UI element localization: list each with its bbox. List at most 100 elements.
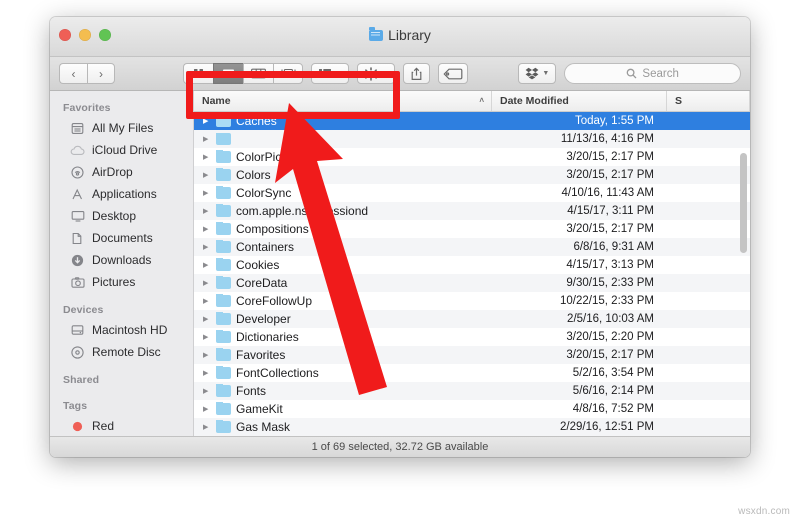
table-row[interactable]: ▶ CoreFollowUp 10/22/15, 2:33 PM xyxy=(194,292,750,310)
disc-icon xyxy=(70,345,85,360)
file-name-cell: ▶ com.apple.nsurlsessiond xyxy=(194,204,492,218)
sidebar-item-icloud-drive[interactable]: iCloud Drive xyxy=(50,139,193,161)
sidebar-item-desktop[interactable]: Desktop xyxy=(50,205,193,227)
table-row[interactable]: ▶ Fonts 5/6/16, 2:14 PM xyxy=(194,382,750,400)
disclosure-triangle-icon[interactable]: ▶ xyxy=(203,189,211,197)
folder-icon xyxy=(216,366,231,379)
sidebar-item-tag-red[interactable]: Red xyxy=(50,415,193,436)
window-title-text: Library xyxy=(388,27,431,43)
disclosure-triangle-icon[interactable]: ▶ xyxy=(203,207,211,215)
disclosure-triangle-icon[interactable]: ▶ xyxy=(203,117,211,125)
action-button[interactable]: ▼ xyxy=(356,63,395,84)
folder-icon xyxy=(216,133,231,145)
table-row[interactable]: ▶ Dictionaries 3/20/15, 2:20 PM xyxy=(194,328,750,346)
disclosure-triangle-icon[interactable]: ▶ xyxy=(203,279,211,287)
folder-icon xyxy=(216,330,231,343)
arrange-button[interactable]: ▼ xyxy=(311,63,349,84)
icon-view-button[interactable] xyxy=(183,63,213,84)
search-field[interactable]: Search xyxy=(564,63,741,84)
status-bar: 1 of 69 selected, 32.72 GB available xyxy=(50,436,750,457)
file-name-label: ColorSync xyxy=(236,186,292,200)
disclosure-triangle-icon[interactable]: ▶ xyxy=(203,225,211,233)
sidebar-item-downloads[interactable]: Downloads xyxy=(50,249,193,271)
dropbox-button[interactable]: ▼ xyxy=(518,63,557,84)
disclosure-triangle-icon[interactable]: ▶ xyxy=(203,351,211,359)
file-date-cell: 2/5/16, 10:03 AM xyxy=(567,313,654,325)
sidebar-item-label: Pictures xyxy=(92,275,136,289)
column-header-date-modified[interactable]: Date Modified xyxy=(492,91,667,111)
file-name-cell: ▶ CoreData xyxy=(194,276,492,290)
disclosure-triangle-icon[interactable]: ▶ xyxy=(203,423,211,431)
disclosure-triangle-icon[interactable]: ▶ xyxy=(203,153,211,161)
folder-icon xyxy=(216,276,231,289)
sidebar-item-applications[interactable]: Applications xyxy=(50,183,193,205)
list-view-button[interactable] xyxy=(213,63,243,84)
blue-folder-icon xyxy=(369,27,384,41)
disclosure-triangle-icon[interactable]: ▶ xyxy=(203,297,211,305)
tag-button[interactable] xyxy=(437,63,469,84)
file-date-cell: 4/15/17, 3:13 PM xyxy=(566,259,654,271)
column-header-size[interactable]: S xyxy=(667,91,750,111)
disclosure-triangle-icon[interactable]: ▶ xyxy=(203,243,211,251)
file-name-label: CoreData xyxy=(236,276,288,290)
chevron-down-icon: ▼ xyxy=(542,70,550,77)
close-button[interactable] xyxy=(59,29,71,41)
disclosure-triangle-icon[interactable]: ▶ xyxy=(203,405,211,413)
sidebar-item-label: Documents xyxy=(92,231,153,245)
file-date-cell: 5/2/16, 3:54 PM xyxy=(572,367,654,379)
sidebar-item-all-my-files[interactable]: All My Files xyxy=(50,117,193,139)
table-row[interactable]: ▶ Favorites 3/20/15, 2:17 PM xyxy=(194,346,750,364)
share-button[interactable] xyxy=(402,63,430,84)
file-date-cell: 4/10/16, 11:43 AM xyxy=(561,187,655,199)
sidebar-item-macintosh-hd[interactable]: Macintosh HD xyxy=(50,319,193,341)
search-icon xyxy=(627,68,637,79)
disclosure-triangle-icon[interactable]: ▶ xyxy=(203,369,211,377)
window-titlebar[interactable]: Library xyxy=(50,17,750,57)
sidebar-item-airdrop[interactable]: AirDrop xyxy=(50,161,193,183)
pictures-icon xyxy=(70,275,85,290)
column-view-button[interactable] xyxy=(243,63,273,84)
table-row[interactable]: ▶ Cookies 4/15/17, 3:13 PM xyxy=(194,256,750,274)
file-name-cell: ▶ Developer xyxy=(194,312,492,326)
forward-button[interactable]: › xyxy=(87,63,115,84)
zoom-button[interactable] xyxy=(99,29,111,41)
table-row[interactable]: ▶ com.apple.nsurlsessiond 4/15/17, 3:11 PM xyxy=(194,202,750,220)
file-date-cell: 3/20/15, 2:20 PM xyxy=(566,331,654,343)
folder-icon xyxy=(216,204,231,217)
table-row[interactable]: ▶ CoreData 9/30/15, 2:33 PM xyxy=(194,274,750,292)
sidebar-item-documents[interactable]: Documents xyxy=(50,227,193,249)
minimize-button[interactable] xyxy=(79,29,91,41)
column-header-name[interactable]: Name ˄ xyxy=(194,91,492,111)
table-row[interactable]: ▶ ColorPickers 3/20/15, 2:17 PM xyxy=(194,148,750,166)
disclosure-triangle-icon[interactable]: ▶ xyxy=(203,315,211,323)
folder-icon xyxy=(216,258,231,271)
sidebar-item-remote-disc[interactable]: Remote Disc xyxy=(50,341,193,363)
file-date-cell: 6/8/16, 9:31 AM xyxy=(573,241,654,253)
table-row[interactable]: ▶ GameKit 4/8/16, 7:52 PM xyxy=(194,400,750,418)
table-row[interactable]: ▶ Gas Mask 2/29/16, 12:51 PM xyxy=(194,418,750,436)
gallery-view-button[interactable] xyxy=(273,63,303,84)
disclosure-triangle-icon[interactable]: ▶ xyxy=(203,333,211,341)
table-row[interactable]: ▶ Compositions 3/20/15, 2:17 PM xyxy=(194,220,750,238)
table-row[interactable]: ▶ ColorSync 4/10/16, 11:43 AM xyxy=(194,184,750,202)
file-rows[interactable]: ▶ Caches Today, 1:55 PM ▶ 11/13/16, 4:16 PM ▶… xyxy=(194,112,750,436)
disclosure-triangle-icon[interactable]: ▶ xyxy=(203,171,211,179)
table-row[interactable]: ▶ Caches Today, 1:55 PM xyxy=(194,112,750,130)
back-button[interactable]: ‹ xyxy=(59,63,87,84)
disclosure-triangle-icon[interactable]: ▶ xyxy=(203,135,211,143)
table-row[interactable]: ▶ FontCollections 5/2/16, 3:54 PM xyxy=(194,364,750,382)
table-row[interactable]: ▶ Developer 2/5/16, 10:03 AM xyxy=(194,310,750,328)
table-row[interactable]: ▶ Colors 3/20/15, 2:17 PM xyxy=(194,166,750,184)
sidebar-item-label: All My Files xyxy=(92,121,154,135)
folder-icon xyxy=(216,348,231,361)
disclosure-triangle-icon[interactable]: ▶ xyxy=(203,387,211,395)
table-row[interactable]: ▶ Containers 6/8/16, 9:31 AM xyxy=(194,238,750,256)
file-name-cell: ▶ xyxy=(194,133,492,145)
disclosure-triangle-icon[interactable]: ▶ xyxy=(203,261,211,269)
vertical-scrollbar[interactable] xyxy=(740,153,747,253)
sidebar-item-pictures[interactable]: Pictures xyxy=(50,271,193,293)
folder-icon xyxy=(216,384,231,397)
file-name-cell: ▶ FontCollections xyxy=(194,366,492,380)
table-row[interactable]: ▶ 11/13/16, 4:16 PM xyxy=(194,130,750,148)
sidebar-section-tags: Tags xyxy=(63,400,88,412)
